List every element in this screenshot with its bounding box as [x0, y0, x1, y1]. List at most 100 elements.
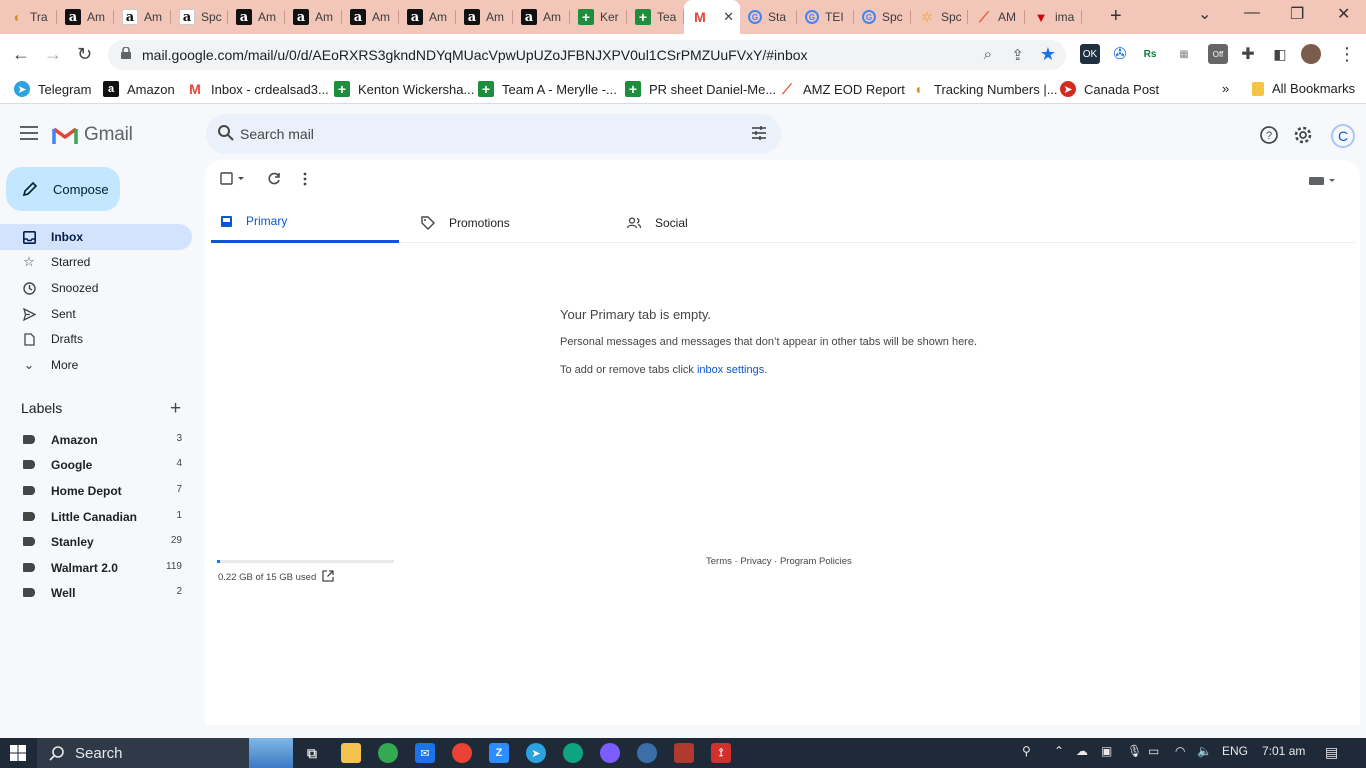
bookmark-tracking[interactable]: ◖ Tracking Numbers |... [910, 81, 1058, 97]
create-label-plus-icon[interactable]: + [170, 398, 181, 420]
browser-tab[interactable]: a Am [228, 0, 285, 34]
file-explorer-icon[interactable] [341, 743, 361, 763]
program-policies-link[interactable]: Program Policies [780, 556, 852, 567]
search-options-icon[interactable] [751, 125, 767, 141]
main-menu-icon[interactable] [20, 126, 38, 144]
browser-tab[interactable]: G Sta [740, 0, 797, 34]
nav-more[interactable]: ⌄ More [0, 352, 192, 378]
select-all-checkbox[interactable] [220, 172, 248, 191]
nav-sent[interactable]: Sent [0, 301, 192, 327]
search-bar[interactable]: Search mail [206, 114, 781, 154]
browser-menu-icon[interactable]: ⋮ [1338, 44, 1356, 65]
share-icon[interactable]: ⇪ [1011, 46, 1024, 64]
bookmark-star-icon[interactable]: ★ [1040, 44, 1056, 65]
cloud-off-icon[interactable]: ☁ [1076, 744, 1088, 758]
camera-tray-icon[interactable]: ▣ [1101, 744, 1112, 758]
browser-tab[interactable]: + Ker [570, 0, 627, 34]
more-options-icon[interactable] [302, 172, 308, 191]
extension-ok-icon[interactable]: OK [1080, 44, 1100, 64]
label-item[interactable]: Stanley 29 [0, 530, 192, 554]
language-indicator[interactable]: ENG [1222, 744, 1248, 758]
browser-tab[interactable]: ⟋ AM [968, 0, 1025, 34]
chrome-active-icon[interactable] [637, 743, 657, 763]
browser-tab[interactable]: + Tea [627, 0, 684, 34]
compose-button[interactable]: Compose [6, 167, 120, 211]
close-tab-icon[interactable]: ✕ [723, 9, 734, 25]
browser-tab[interactable]: ✲ Spc [911, 0, 968, 34]
browser-tab[interactable]: a Am [399, 0, 456, 34]
url-text[interactable]: mail.google.com/mail/u/0/d/AEoRXRS3gkndN… [142, 47, 808, 63]
browser-tab[interactable]: a Am [342, 0, 399, 34]
settings-gear-icon[interactable] [1292, 124, 1314, 146]
chrome-profile-icon[interactable] [452, 743, 472, 763]
reload-icon[interactable]: ↻ [77, 44, 92, 65]
bookmark-pr-sheet[interactable]: + PR sheet Daniel-Me... [625, 81, 776, 97]
browser-tab[interactable]: a Am [456, 0, 513, 34]
extension-off-icon[interactable]: Off [1208, 44, 1228, 64]
chevron-up-icon[interactable]: ⌃ [1054, 744, 1064, 758]
label-item[interactable]: Amazon 3 [0, 428, 192, 452]
help-icon[interactable]: ? [1258, 124, 1280, 146]
extension-rs-icon[interactable]: Rs [1140, 44, 1160, 64]
taskbar-search[interactable]: Search [37, 738, 293, 768]
minimize-icon[interactable]: — [1244, 4, 1260, 22]
zoom-app-icon[interactable]: Z [489, 743, 509, 763]
browser-tab[interactable]: a Am [114, 0, 171, 34]
account-avatar[interactable]: C [1331, 124, 1355, 148]
edge-icon[interactable] [563, 743, 583, 763]
label-item[interactable]: Google 4 [0, 453, 192, 477]
chrome-icon[interactable] [378, 743, 398, 763]
profile-avatar[interactable] [1301, 44, 1321, 64]
tab-primary[interactable]: Primary [211, 202, 399, 243]
label-item[interactable]: Home Depot 7 [0, 479, 192, 503]
bookmark-amazon[interactable]: a Amazon [103, 81, 175, 97]
bookmark-kenton[interactable]: + Kenton Wickersha... [334, 81, 474, 97]
refresh-icon[interactable] [267, 172, 281, 191]
task-view-icon[interactable]: ⧉ [302, 743, 322, 763]
browser-tab[interactable]: a Am [57, 0, 114, 34]
browser-tab[interactable]: G TEI [797, 0, 854, 34]
nav-starred[interactable]: ☆ Starred [0, 249, 192, 275]
clock-time[interactable]: 7:01 am [1262, 744, 1305, 758]
terms-link[interactable]: Terms [706, 556, 732, 567]
browser-tab[interactable]: a Am [285, 0, 342, 34]
keyboard-input-icon[interactable] [1308, 174, 1338, 192]
more-bookmarks-icon[interactable]: » [1222, 81, 1229, 96]
bookmark-amz-eod[interactable]: ⟋ AMZ EOD Report [779, 81, 905, 97]
wifi-icon[interactable]: ◠ [1175, 744, 1185, 758]
volume-icon[interactable]: 🔈 [1197, 744, 1212, 758]
tab-search-chevron-icon[interactable]: ⌄ [1198, 4, 1211, 24]
new-tab-plus-icon[interactable]: + [1110, 5, 1122, 28]
people-tray-icon[interactable]: ⚲ [1022, 744, 1031, 758]
browser-tab[interactable]: ▼ ima [1025, 0, 1082, 34]
privacy-link[interactable]: Privacy [740, 556, 771, 567]
bookmark-telegram[interactable]: ➤ Telegram [14, 81, 91, 97]
tab-social[interactable]: Social [617, 202, 817, 243]
bookmark-canada-post[interactable]: ➤ Canada Post [1060, 81, 1159, 97]
nav-drafts[interactable]: Drafts [0, 326, 192, 352]
side-panel-icon[interactable]: ◧ [1270, 44, 1290, 64]
gmail-logo[interactable]: Gmail [52, 124, 133, 146]
tab-promotions[interactable]: Promotions [411, 202, 611, 243]
puzzle-icon[interactable]: ✚ [1238, 44, 1258, 64]
forward-arrow-icon[interactable]: → [44, 44, 62, 65]
pdf-reader-icon[interactable]: ⟟ [711, 743, 731, 763]
notifications-icon[interactable]: ▤ [1325, 744, 1338, 761]
inbox-settings-link[interactable]: inbox settings [697, 364, 764, 376]
label-item[interactable]: Little Canadian 1 [0, 505, 192, 529]
windows-start-icon[interactable] [10, 745, 26, 761]
nav-snoozed[interactable]: Snoozed [0, 275, 192, 301]
back-arrow-icon[interactable]: ← [12, 44, 30, 65]
messenger-icon[interactable] [600, 743, 620, 763]
extension-pattern-icon[interactable]: ▦ [1174, 44, 1194, 64]
battery-icon[interactable]: ▭ [1148, 744, 1159, 758]
zoom-icon[interactable]: ⌕ [984, 46, 992, 63]
label-item[interactable]: Walmart 2.0 119 [0, 556, 192, 580]
search-icon[interactable] [217, 124, 235, 142]
browser-tab[interactable]: G Spc [854, 0, 911, 34]
address-bar[interactable]: mail.google.com/mail/u/0/d/AEoRXRS3gkndN… [108, 40, 1066, 70]
search-input[interactable]: Search mail [240, 126, 314, 142]
label-item[interactable]: Well 2 [0, 581, 192, 605]
telegram-icon[interactable]: ➤ [526, 743, 546, 763]
open-external-icon[interactable] [322, 570, 334, 582]
